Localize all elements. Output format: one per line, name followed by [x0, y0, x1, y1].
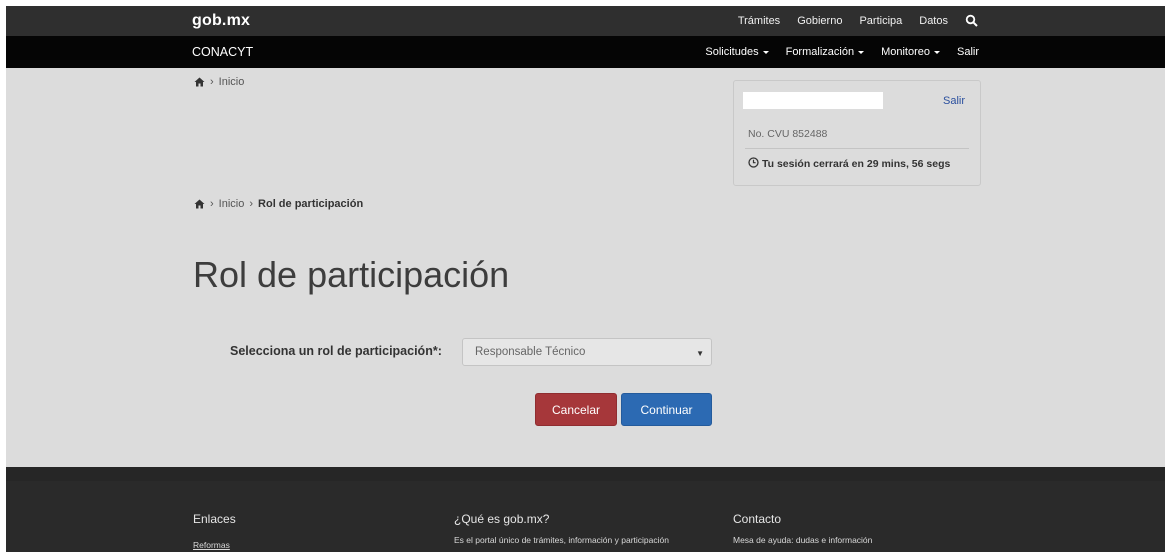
logout-link[interactable]: Salir — [943, 95, 965, 107]
breadcrumb-inicio[interactable]: Inicio — [219, 76, 245, 88]
divider — [745, 148, 969, 149]
user-session-panel: Salir No. CVU 852488 Tu sesión cerrará e… — [733, 80, 981, 186]
dropdown-arrow-icon: ▼ — [696, 349, 704, 358]
breadcrumb-top: › Inicio — [194, 76, 244, 88]
caret-down-icon — [933, 50, 940, 54]
breadcrumb-separator: › — [210, 76, 214, 88]
home-icon[interactable] — [194, 199, 205, 209]
caret-down-icon — [762, 50, 769, 54]
menu-monitoreo[interactable]: Monitoreo — [881, 46, 940, 58]
breadcrumb-separator: › — [210, 198, 214, 210]
menu-solicitudes[interactable]: Solicitudes — [705, 46, 769, 58]
cvu-number: No. CVU 852488 — [748, 128, 828, 140]
breadcrumb-current: Rol de participación — [258, 198, 364, 210]
footer: Enlaces Reformas ¿Qué es gob.mx? Es el p… — [6, 467, 1165, 552]
continue-button[interactable]: Continuar — [621, 393, 712, 426]
page-title: Rol de participación — [193, 254, 510, 295]
footer-contact-title: Contacto — [733, 512, 782, 526]
redacted-user-name — [743, 92, 883, 109]
role-select[interactable]: Responsable Técnico ▼ — [462, 338, 712, 366]
nav-datos[interactable]: Datos — [919, 15, 948, 27]
menu-monitoreo-label: Monitoreo — [881, 46, 930, 58]
conacyt-nav: Solicitudes Formalización Monitoreo Sali… — [705, 36, 979, 68]
breadcrumb-inicio[interactable]: Inicio — [219, 198, 245, 210]
role-select-value: Responsable Técnico — [475, 346, 586, 358]
session-timer-text: Tu sesión cerrará en 29 mins, 56 segs — [762, 158, 951, 170]
footer-contact-text: Mesa de ayuda: dudas e información — [733, 535, 873, 545]
conacyt-title[interactable]: CONACYT — [192, 45, 253, 59]
clock-icon — [748, 157, 759, 171]
menu-solicitudes-label: Solicitudes — [705, 46, 759, 58]
nav-gobierno[interactable]: Gobierno — [797, 15, 842, 27]
search-icon[interactable] — [965, 14, 979, 28]
breadcrumb-separator: › — [249, 198, 254, 210]
gob-logo[interactable]: gob.mx — [192, 12, 250, 30]
menu-salir[interactable]: Salir — [957, 46, 979, 58]
footer-about-title: ¿Qué es gob.mx? — [454, 512, 550, 526]
nav-participa[interactable]: Participa — [859, 15, 902, 27]
conacyt-bar: CONACYT Solicitudes Formalización Monito… — [6, 36, 1165, 68]
footer-about-text: Es el portal único de trámites, informac… — [454, 535, 669, 545]
page-frame: gob.mx Trámites Gobierno Participa Datos… — [6, 6, 1165, 552]
cancel-button[interactable]: Cancelar — [535, 393, 617, 426]
nav-tramites[interactable]: Trámites — [738, 15, 780, 27]
session-timer: Tu sesión cerrará en 29 mins, 56 segs — [748, 157, 950, 171]
gob-top-bar: gob.mx Trámites Gobierno Participa Datos — [6, 6, 1165, 36]
footer-links-title: Enlaces — [193, 512, 236, 526]
menu-formalizacion-label: Formalización — [785, 46, 855, 58]
home-icon[interactable] — [194, 77, 205, 87]
footer-band — [6, 467, 1165, 481]
caret-down-icon — [858, 50, 865, 54]
footer-about-column: ¿Qué es gob.mx? Es el portal único de tr… — [454, 512, 669, 545]
footer-reformas-link[interactable]: Reformas — [193, 540, 230, 550]
gob-nav: Trámites Gobierno Participa Datos — [738, 6, 979, 36]
menu-formalizacion[interactable]: Formalización — [785, 46, 865, 58]
footer-contact-column: Contacto Mesa de ayuda: dudas e informac… — [733, 512, 872, 545]
role-select-label: Selecciona un rol de participación*: — [230, 344, 442, 358]
breadcrumb-main: › Inicio › Rol de participación — [194, 198, 363, 210]
footer-links-column: Enlaces Reformas — [193, 512, 236, 552]
